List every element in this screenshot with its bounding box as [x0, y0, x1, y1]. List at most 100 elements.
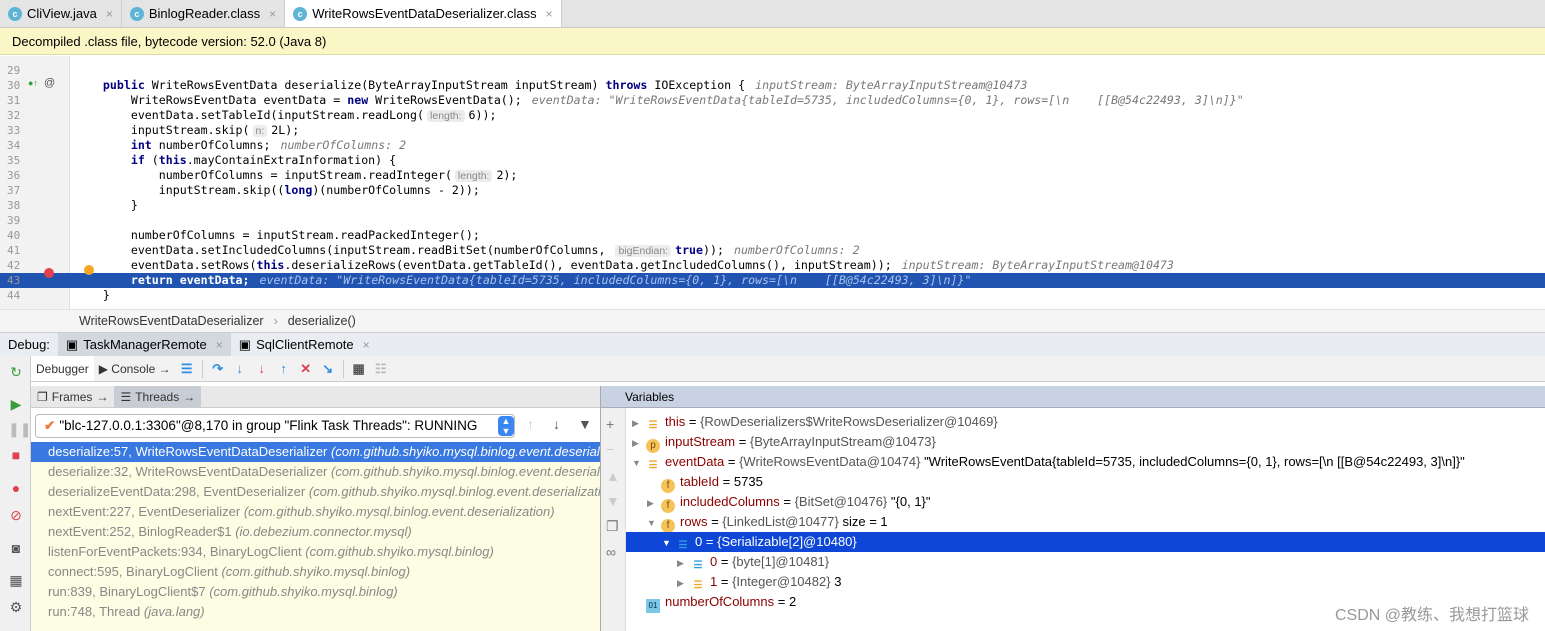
stop-icon[interactable]: ■ [8, 447, 24, 463]
editor-tab[interactable]: c BinlogReader.class × [122, 0, 286, 27]
code-text: WriteRowsEventData eventData = new Write… [75, 93, 1244, 108]
move-up-icon[interactable]: ▲ [606, 468, 620, 484]
filter-icon[interactable]: ▼ [578, 416, 592, 432]
debug-side-toolbar: ↻ ▶ ❚❚ ■ ● ⊘ ◙ ▦ ⚙ [0, 356, 31, 631]
breakpoint-icon[interactable] [44, 268, 54, 278]
check-icon: ✔ [44, 418, 56, 433]
variable-row[interactable]: ▶ p inputStream = {ByteArrayInputStream@10… [626, 432, 1545, 453]
move-down-icon[interactable]: ▼ [606, 493, 620, 509]
dropdown-arrows-icon[interactable]: ▲ ▼ [498, 416, 514, 436]
glasses-icon[interactable]: ∞ [606, 544, 616, 560]
stack-frame[interactable]: nextEvent:252, BinlogReader$1 (io.debezi… [31, 522, 600, 542]
close-icon[interactable]: × [106, 7, 113, 21]
variable-row[interactable]: f tableId = 5735 [626, 472, 1545, 493]
frame-package: (java.lang) [143, 604, 205, 619]
pause-icon[interactable]: ❚❚ [8, 421, 31, 437]
step-over-icon[interactable]: ↷ [207, 361, 229, 377]
collapsed-triangle-icon[interactable]: ▶ [677, 573, 691, 593]
variable-row[interactable]: ▶ ☰ 1 = {Integer@10482} 3 [626, 572, 1545, 592]
implements-icon[interactable]: ●↑ [28, 78, 38, 88]
run-to-cursor-icon[interactable]: ↘ [317, 361, 339, 377]
tab-frames[interactable]: ❐ Frames → [31, 386, 114, 407]
stack-frame[interactable]: deserialize:32, WriteRowsEventDataDeseri… [31, 462, 600, 482]
view-breakpoints-icon[interactable]: ● [8, 480, 24, 496]
code-text: inputStream.skip((long)(numberOfColumns … [75, 183, 480, 198]
variable-row[interactable]: ▶ ☰ this = {RowDeserializers$WriteRowsDese… [626, 412, 1545, 432]
collapsed-triangle-icon[interactable]: ▶ [647, 493, 661, 513]
force-step-into-icon[interactable]: ↓ [251, 361, 273, 376]
variable-row[interactable]: ▶ ☰ 0 = {byte[1]@10481} [626, 552, 1545, 572]
tab-threads[interactable]: ☰ Threads → [114, 386, 202, 407]
tab-debugger[interactable]: Debugger [31, 356, 94, 381]
stack-frame[interactable]: deserializeEventData:298, EventDeseriali… [31, 482, 600, 502]
collapsed-triangle-icon[interactable]: ▶ [632, 433, 646, 453]
stack-frame[interactable]: listenForEventPackets:934, BinaryLogClie… [31, 542, 600, 562]
stack-frame[interactable]: deserialize:57, WriteRowsEventDataDeseri… [31, 442, 600, 462]
breadcrumb-method[interactable]: deserialize() [288, 314, 356, 328]
add-watch-icon[interactable]: + [606, 416, 614, 432]
collapsed-triangle-icon[interactable]: ▶ [677, 553, 691, 573]
expanded-triangle-icon[interactable]: ▼ [632, 453, 646, 473]
close-icon[interactable]: × [269, 7, 276, 21]
expanded-triangle-icon[interactable]: ▼ [647, 513, 661, 533]
code-token: 6)); [468, 108, 497, 122]
variable-name: numberOfColumns [665, 594, 775, 609]
line-number: 33 [7, 124, 21, 137]
variable-row[interactable]: ▼ f rows = {LinkedList@10477} size = 1 [626, 512, 1545, 533]
step-into-icon[interactable]: ↓ [229, 361, 251, 376]
stack-frame[interactable]: run:839, BinaryLogClient$7 (com.github.s… [31, 582, 600, 602]
editor-tab[interactable]: c CliView.java × [0, 0, 122, 27]
frame-package: (com.github.shyiko.mysql.binlog.event.de… [331, 464, 600, 479]
stack-frame[interactable]: nextEvent:227, EventDeserializer (com.gi… [31, 502, 600, 522]
frame-package: (com.github.shyiko.mysql.binlog.event.de… [331, 444, 600, 459]
variable-name: inputStream [665, 434, 736, 449]
code-text: inputStream.skip(n: 2L); [75, 123, 299, 139]
lightbulb-icon[interactable] [84, 265, 94, 275]
stack-frame[interactable]: run:748, Thread (java.lang) [31, 602, 600, 622]
drop-frame-icon[interactable]: ✕ [295, 361, 317, 377]
arrow-up-icon[interactable]: ↑ [527, 416, 534, 432]
close-icon[interactable]: × [546, 7, 553, 21]
code-editor[interactable]: 29 30 public WriteRowsEventData deseriali… [0, 56, 1545, 309]
variable-row[interactable]: ▼ ☰ eventData = {WriteRowsEventData@10474}… [626, 452, 1545, 472]
breadcrumb-class[interactable]: WriteRowsEventDataDeserializer [79, 314, 264, 328]
close-icon[interactable]: × [363, 338, 370, 352]
parameter-hint: n: [252, 125, 268, 137]
variable-row[interactable]: ▼ ☰ 0 = {Serializable[2]@10480} [626, 532, 1545, 552]
settings-icon[interactable]: ⚙ [8, 599, 24, 615]
expanded-triangle-icon[interactable]: ▼ [662, 533, 676, 553]
camera-icon[interactable]: ◙ [8, 540, 24, 556]
stack-frame[interactable]: connect:595, BinaryLogClient (com.github… [31, 562, 600, 582]
resume-icon[interactable]: ▶ [8, 396, 24, 412]
debug-sessions-bar: Debug: ▣ TaskManagerRemote × ▣ SqlClientRem… [0, 332, 1545, 357]
session-tab-taskmanager[interactable]: ▣ TaskManagerRemote × [57, 332, 231, 357]
code-token: new [347, 93, 369, 107]
rerun-icon[interactable]: ↻ [8, 364, 24, 380]
code-token: WriteRowsEventData eventData = [75, 93, 348, 107]
tab-console[interactable]: ▶ Console → [94, 356, 176, 381]
variable-row[interactable]: ▶ f includedColumns = {BitSet@10476} "{0, … [626, 492, 1545, 513]
remote-config-icon: ▣ [238, 336, 252, 352]
collapsed-triangle-icon[interactable]: ▶ [632, 413, 646, 433]
code-line: 30 public WriteRowsEventData deserialize… [0, 78, 1545, 93]
code-token: numberOfColumns = inputStream.readPacked… [75, 228, 480, 242]
thread-selector[interactable]: ✔ "blc-127.0.0.1:3306"@8,170 in group "Fl… [35, 414, 515, 438]
frame-method: deserialize:32, WriteRowsEventDataDeseri… [48, 464, 328, 479]
trace-icon[interactable]: ☷ [370, 361, 392, 377]
code-line: 40 numberOfColumns = inputStream.readPac… [0, 228, 1545, 243]
evaluate-icon[interactable]: ▦ [348, 361, 370, 377]
close-icon[interactable]: × [216, 338, 223, 352]
remove-watch-icon[interactable]: − [606, 441, 614, 457]
layout-icon[interactable]: ▦ [8, 572, 24, 588]
session-tab-sqlclient[interactable]: ▣ SqlClientRemote × [231, 333, 378, 357]
arrow-down-icon[interactable]: ↓ [553, 416, 560, 432]
line-number: 29 [7, 64, 21, 77]
menu-icon[interactable]: ☰ [176, 361, 198, 377]
editor-tab[interactable]: c WriteRowsEventDataDeserializer.class × [285, 0, 562, 27]
copy-icon[interactable]: ❐ [606, 518, 619, 535]
line-number: 44 [7, 289, 21, 302]
mute-breakpoints-icon[interactable]: ⊘ [8, 507, 24, 523]
frame-package: (io.debezium.connector.mysql) [235, 524, 412, 539]
step-out-icon[interactable]: ↑ [273, 361, 295, 376]
